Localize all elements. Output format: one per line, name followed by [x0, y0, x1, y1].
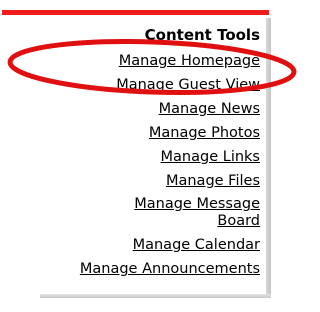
panel-heading: Content Tools: [144, 26, 260, 44]
manage-news-link[interactable]: Manage News: [80, 100, 260, 118]
manage-announcements-link[interactable]: Manage Announcements: [80, 260, 260, 278]
manage-links-link[interactable]: Manage Links: [80, 148, 260, 166]
manage-calendar-link[interactable]: Manage Calendar: [80, 236, 260, 254]
content-tools-panel: Content Tools Manage Homepage Manage Gue…: [0, 0, 310, 312]
panel-shadow-bottom: [40, 294, 271, 298]
manage-files-link[interactable]: Manage Files: [80, 172, 260, 190]
panel-shadow-right: [266, 18, 271, 296]
manage-photos-link[interactable]: Manage Photos: [80, 124, 260, 142]
manage-homepage-link[interactable]: Manage Homepage: [80, 52, 260, 70]
manage-message-board-link[interactable]: Manage Message Board: [130, 196, 260, 230]
accent-bar: [2, 10, 269, 15]
manage-guest-view-link[interactable]: Manage Guest View: [80, 76, 260, 94]
content-tools-links: Manage Homepage Manage Guest View Manage…: [80, 52, 260, 284]
